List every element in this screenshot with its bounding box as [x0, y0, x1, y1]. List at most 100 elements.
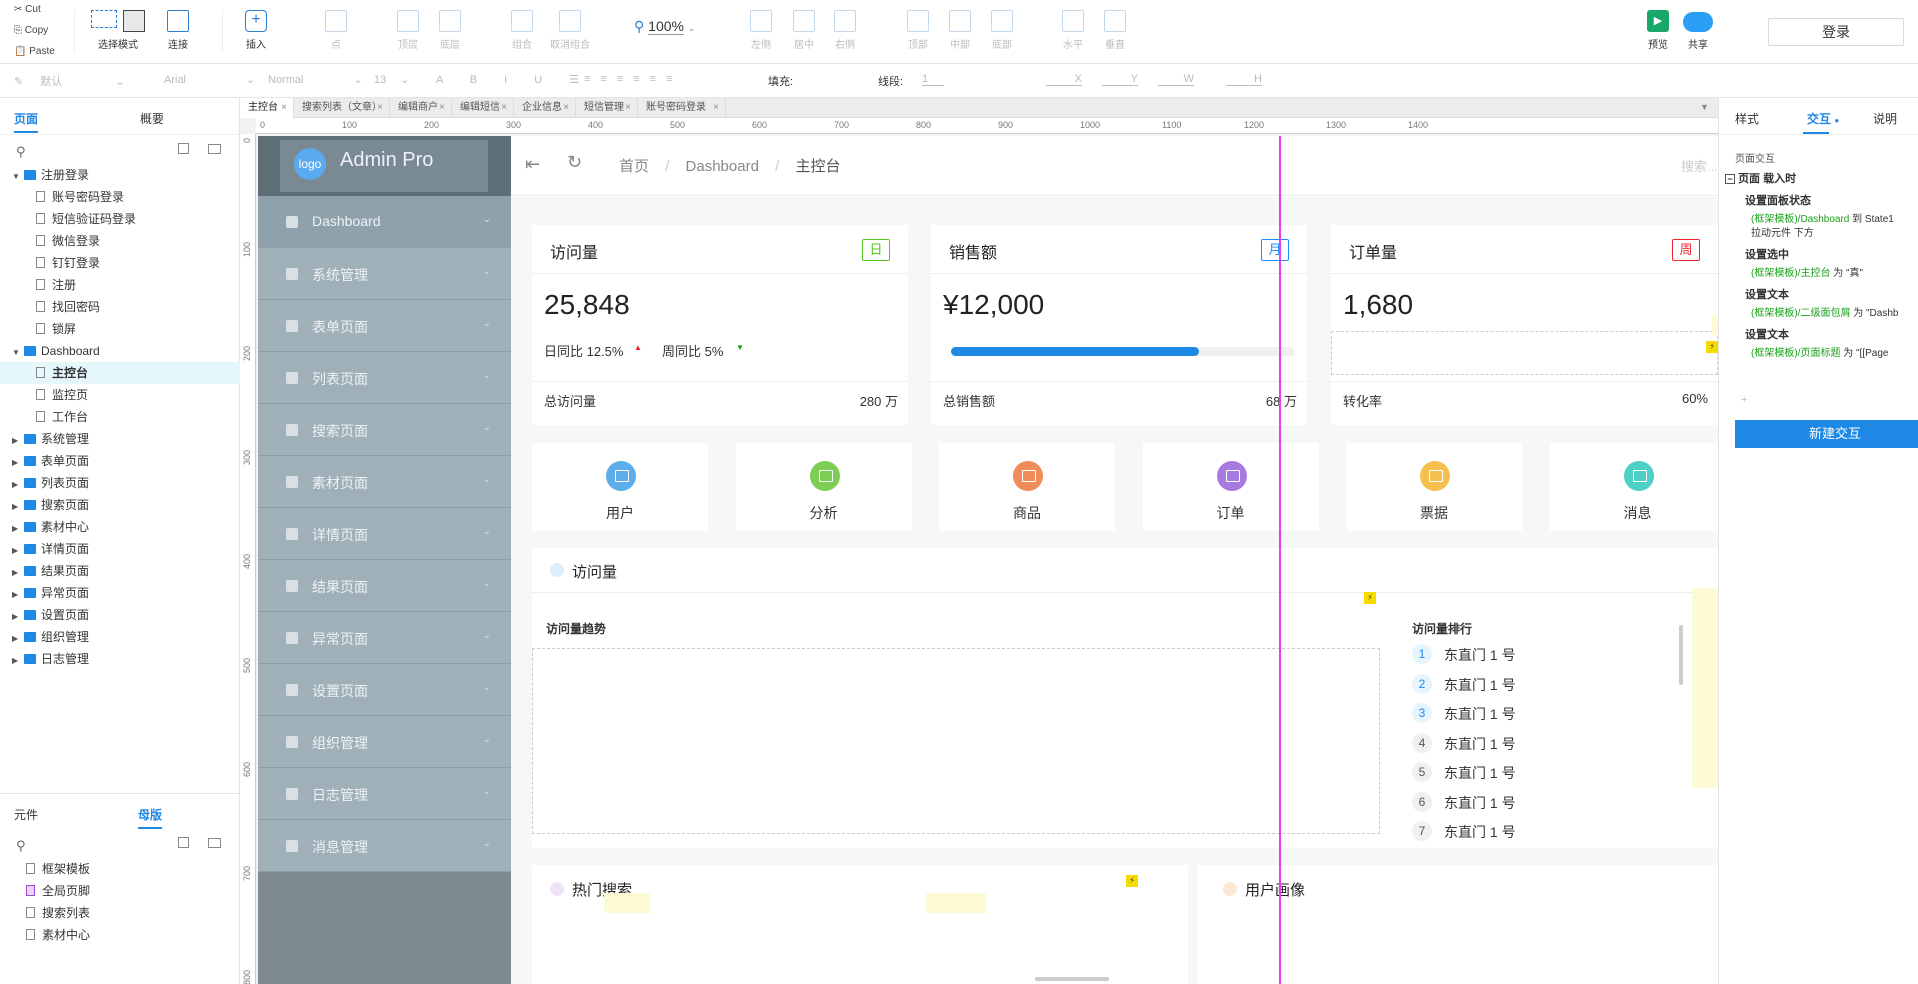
- menu-item-11[interactable]: 组织管理 ⌄: [258, 716, 511, 768]
- tree-folder[interactable]: ▼ Dashboard: [0, 340, 240, 362]
- collapse-arrow-icon[interactable]: ▶: [12, 650, 24, 672]
- action-title[interactable]: 设置面板状态: [1745, 192, 1811, 208]
- tab-outline[interactable]: 概要: [140, 110, 164, 127]
- rank-item[interactable]: 东直门 1 号: [1444, 734, 1516, 754]
- collapse-arrow-icon[interactable]: ▶: [12, 562, 24, 584]
- tabs-overflow-icon[interactable]: ▼: [1700, 102, 1709, 112]
- font-select[interactable]: Arial ⌄: [164, 73, 255, 86]
- close-tab-icon[interactable]: ×: [377, 98, 383, 118]
- document-tab[interactable]: 企业信息 ×: [514, 98, 576, 118]
- rank-item[interactable]: 东直门 1 号: [1444, 704, 1516, 724]
- master-item[interactable]: 素材中心: [0, 924, 240, 946]
- new-interaction-button[interactable]: 新建交互: [1735, 420, 1918, 448]
- menu-item-4[interactable]: 列表页面 ⌄: [258, 352, 511, 404]
- menu-item-6[interactable]: 素材页面 ⌄: [258, 456, 511, 508]
- collapse-arrow-icon[interactable]: ▶: [12, 584, 24, 606]
- collapse-arrow-icon[interactable]: ▶: [12, 430, 24, 452]
- font-size-select[interactable]: 13 ⌄: [374, 73, 409, 86]
- menu-item-12[interactable]: 日志管理 ⌄: [258, 768, 511, 820]
- menu-item-9[interactable]: 异常页面 ⌄: [258, 612, 511, 664]
- select-mode-button[interactable]: 选择模式: [88, 10, 148, 51]
- quick-link[interactable]: 分析: [735, 443, 912, 531]
- style-select[interactable]: ✎ 默认 ⌄: [14, 73, 125, 89]
- rank-item[interactable]: 东直门 1 号: [1444, 793, 1516, 813]
- menu-item-7[interactable]: 详情页面 ⌄: [258, 508, 511, 560]
- zoom-select[interactable]: ⚲ 100% ⌄: [634, 18, 695, 35]
- add-action-icon[interactable]: +: [1741, 394, 1747, 406]
- collapse-arrow-icon[interactable]: ▶: [12, 474, 24, 496]
- insert-button[interactable]: + 插入: [226, 10, 286, 51]
- copy-button[interactable]: ⎘ Copy: [14, 25, 48, 36]
- close-tab-icon[interactable]: ×: [563, 98, 569, 118]
- tree-page[interactable]: 钉钉登录: [0, 252, 240, 274]
- connect-button[interactable]: 连接: [148, 10, 208, 51]
- line-width-input[interactable]: 1: [922, 73, 944, 86]
- close-tab-icon[interactable]: ×: [281, 98, 287, 118]
- design-sidebar[interactable]: logo Admin Pro Dashboard ⌄ 系统管理 ⌄ 表单页面 ⌄ 列表页面 ⌄…: [258, 136, 511, 984]
- quick-link[interactable]: 商品: [939, 443, 1115, 531]
- breadcrumb-home[interactable]: 首页: [619, 158, 649, 175]
- period-badge[interactable]: 周: [1672, 239, 1700, 261]
- tree-folder[interactable]: ▶ 表单页面: [0, 450, 240, 472]
- breadcrumb-dashboard[interactable]: Dashboard: [686, 158, 759, 175]
- collapse-menu-icon[interactable]: ⇤: [525, 154, 540, 175]
- close-tab-icon[interactable]: ×: [713, 98, 719, 118]
- expand-icon[interactable]: ▼: [12, 342, 24, 364]
- action-detail[interactable]: (框架模板)/二级面包屑 为 "Dashb: [1751, 304, 1898, 319]
- paste-button[interactable]: 📋 Paste: [14, 46, 55, 57]
- point-button[interactable]: 点: [306, 10, 366, 51]
- align-right-button[interactable]: 右侧: [815, 10, 875, 51]
- font-weight-select[interactable]: Normal ⌄: [268, 73, 363, 86]
- action-title[interactable]: 设置文本: [1745, 326, 1789, 342]
- align-bottom-button[interactable]: 底部: [972, 10, 1032, 51]
- tree-folder[interactable]: ▶ 详情页面: [0, 538, 240, 560]
- x-input[interactable]: X: [1046, 73, 1082, 86]
- tab-masters[interactable]: 母版: [138, 806, 163, 829]
- tree-page[interactable]: 找回密码: [0, 296, 240, 318]
- tree-folder[interactable]: ▶ 搜索页面: [0, 494, 240, 516]
- tree-page[interactable]: 监控页: [0, 384, 240, 406]
- expand-icon[interactable]: ▼: [12, 166, 24, 188]
- menu-item-2[interactable]: 系统管理 ⌄: [258, 248, 511, 300]
- search-input[interactable]: 搜索...: [1681, 156, 1718, 175]
- collapse-arrow-icon[interactable]: ▶: [12, 518, 24, 540]
- trend-chart-placeholder[interactable]: [532, 648, 1380, 834]
- close-tab-icon[interactable]: ×: [501, 98, 507, 118]
- collapse-arrow-icon[interactable]: ▶: [12, 452, 24, 474]
- collapse-icon[interactable]: −: [1725, 174, 1735, 184]
- cut-button[interactable]: ✂ Cut: [14, 4, 41, 15]
- tree-page[interactable]: 主控台: [0, 362, 240, 384]
- event-row[interactable]: − 页面 载入时: [1725, 170, 1796, 186]
- action-detail[interactable]: (框架模板)/页面标题 为 "[[Page: [1751, 344, 1888, 359]
- action-detail[interactable]: (框架模板)/主控台 为 "真": [1751, 264, 1863, 279]
- collapse-arrow-icon[interactable]: ▶: [12, 540, 24, 562]
- add-folder-icon[interactable]: [208, 838, 221, 848]
- document-tab[interactable]: 主控台 ×: [240, 98, 294, 118]
- tree-folder[interactable]: ▶ 组织管理: [0, 626, 240, 648]
- menu-item-1[interactable]: Dashboard ⌄: [258, 196, 511, 248]
- tree-page[interactable]: 短信验证码登录: [0, 208, 240, 230]
- tree-folder[interactable]: ▶ 日志管理: [0, 648, 240, 670]
- master-item[interactable]: 全局页脚: [0, 880, 240, 902]
- share-button[interactable]: 共享: [1668, 10, 1728, 51]
- document-tab[interactable]: 编辑商户 ×: [390, 98, 452, 118]
- collapse-arrow-icon[interactable]: ▶: [12, 628, 24, 650]
- scrollbar-thumb[interactable]: [1679, 625, 1683, 685]
- menu-item-8[interactable]: 结果页面 ⌄: [258, 560, 511, 612]
- tree-page[interactable]: 账号密码登录: [0, 186, 240, 208]
- distribute-v-button[interactable]: 垂直: [1085, 10, 1145, 51]
- collapse-arrow-icon[interactable]: ▶: [12, 606, 24, 628]
- action-title[interactable]: 设置文本: [1745, 286, 1789, 302]
- collapse-arrow-icon[interactable]: ▶: [12, 496, 24, 518]
- refresh-icon[interactable]: ↻: [567, 152, 582, 173]
- action-detail[interactable]: (框架模板)/Dashboard 到 State1: [1751, 210, 1894, 225]
- tree-page[interactable]: 锁屏: [0, 318, 240, 340]
- scrollbar-thumb[interactable]: [1035, 977, 1109, 981]
- rank-item[interactable]: 东直门 1 号: [1444, 763, 1516, 783]
- document-tab[interactable]: 编辑短信 ×: [452, 98, 514, 118]
- close-tab-icon[interactable]: ×: [439, 98, 445, 118]
- document-tab[interactable]: 账号密码登录 ×: [638, 98, 726, 118]
- tree-folder[interactable]: ▶ 异常页面: [0, 582, 240, 604]
- menu-item-10[interactable]: 设置页面 ⌄: [258, 664, 511, 716]
- login-button[interactable]: 登录: [1768, 18, 1904, 46]
